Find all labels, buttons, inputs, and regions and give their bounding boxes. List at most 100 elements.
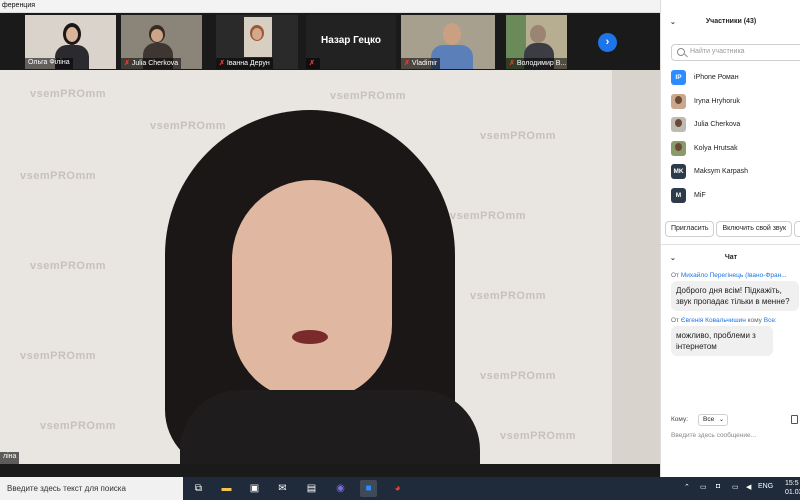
avatar: [671, 93, 686, 109]
participant-name: Julia Cherkova: [694, 121, 741, 129]
participant-thumbnail[interactable]: ✗ Vladimir: [401, 15, 495, 69]
muted-mic-icon: ✗: [404, 60, 410, 67]
participant-list-item[interactable]: IP iPhone Роман: [671, 66, 800, 90]
more-button[interactable]: П: [794, 221, 800, 237]
backdrop-panel: [612, 70, 660, 464]
backdrop-watermark: vsemPROmm: [20, 170, 97, 182]
thumbnail-strip: Ольга Філіна ✗ Julia Cherkova ✗ Іванна Дер…: [0, 13, 660, 70]
chevron-down-icon[interactable]: ⌄: [670, 18, 676, 26]
speaker-name-label: ліна: [0, 452, 20, 464]
panel-divider: [661, 244, 800, 245]
participant-list-item[interactable]: Julia Cherkova: [671, 113, 800, 137]
avatar: [671, 140, 686, 156]
file-icon[interactable]: [791, 415, 798, 424]
backdrop-watermark: vsemPROmm: [480, 130, 557, 142]
side-panel: ⌄ Участники (43) Найти участника IP iPho…: [660, 0, 800, 477]
speaker-body: [180, 390, 480, 464]
chat-message-input[interactable]: Введите здесь сообщение...: [671, 432, 799, 444]
participant-thumbnail[interactable]: Ольга Філіна: [25, 15, 116, 69]
chat-message: можливо, проблеми з інтернетом: [671, 326, 773, 356]
participant-list-item[interactable]: Iryna Hryhoruk: [671, 90, 800, 114]
participant-name-label: ✗: [306, 58, 320, 69]
tray-app-icon[interactable]: ◘: [716, 483, 720, 490]
meeting-area: Ольга Філіна ✗ Julia Cherkova ✗ Іванна Дер…: [0, 13, 660, 477]
participant-name: MiF: [694, 191, 706, 199]
participant-name-label: ✗ Іванна Дерун: [216, 58, 273, 69]
backdrop-watermark: vsemPROmm: [470, 290, 547, 302]
participant-thumbnail[interactable]: Назар Гецко ✗: [306, 15, 396, 69]
unmute-self-button[interactable]: Включить свой звук: [716, 221, 793, 237]
participant-thumbnail[interactable]: ✗ Іванна Дерун: [216, 15, 298, 69]
participant-name: iPhone Роман: [694, 74, 739, 82]
message-sender: От Михайло Перегінець (Івано-Фран...: [671, 272, 787, 279]
recipient-label: Кому:: [671, 416, 688, 423]
windows-taskbar: Введите здесь текст для поиска ⧉ ▬ ▣ ✉ ▤…: [0, 477, 800, 500]
avatar: [671, 117, 686, 133]
window-title: ференция: [2, 2, 36, 9]
participants-actions: ПригласитьВключить свой звукП: [665, 221, 800, 239]
participant-display-name: Назар Гецко: [320, 35, 382, 46]
avatar: MK: [671, 164, 686, 180]
backdrop-watermark: vsemPROmm: [20, 350, 97, 362]
tray-network-icon[interactable]: ▭: [700, 483, 707, 491]
avatar: M: [671, 187, 686, 203]
chat-title: Чат: [724, 254, 738, 261]
tray-volume-icon[interactable]: ◀: [746, 483, 751, 491]
tray-battery-icon[interactable]: ▭: [732, 483, 739, 491]
muted-mic-icon: ✗: [219, 60, 225, 67]
participant-thumbnail[interactable]: ✗ Володимир В...: [506, 15, 567, 69]
chat-header[interactable]: ⌄ Чат: [661, 254, 800, 268]
backdrop-watermark: vsemPROmm: [150, 120, 227, 132]
avatar: IP: [671, 70, 686, 86]
chevron-down-icon[interactable]: ⌄: [670, 254, 676, 262]
backdrop-watermark: vsemPROmm: [40, 420, 117, 432]
search-icon: [677, 48, 685, 56]
next-page-button[interactable]: ›: [598, 33, 617, 52]
backdrop-watermark: vsemPROmm: [450, 210, 527, 222]
viber-icon[interactable]: ◉: [332, 480, 349, 497]
participant-list-item[interactable]: Kolya Hrutsak: [671, 137, 800, 161]
backdrop-watermark: vsemPROmm: [30, 88, 107, 100]
invite-button[interactable]: Пригласить: [665, 221, 715, 237]
recipient-row: Кому: Все⌄ Фа: [671, 414, 800, 428]
chrome-icon[interactable]: ◕: [389, 480, 406, 497]
participant-list-item[interactable]: M MiF: [671, 184, 800, 208]
participants-header[interactable]: ⌄ Участники (43): [661, 18, 800, 32]
participant-name: Kolya Hrutsak: [694, 144, 738, 152]
participant-search-input[interactable]: Найти участника: [671, 44, 800, 61]
store-icon[interactable]: ▣: [246, 480, 263, 497]
speaker-mouth: [292, 330, 328, 344]
chat-message: Доброго дня всім! Підкажіть, звук пропад…: [671, 281, 799, 311]
participant-list-item[interactable]: MK Maksym Karpash: [671, 160, 800, 184]
taskbar-clock[interactable]: 15:5 01.03.2: [785, 479, 800, 497]
taskbar-search-input[interactable]: Введите здесь текст для поиска: [0, 477, 183, 500]
chat-messages: От Михайло Перегінець (Івано-Фран... Доб…: [671, 272, 799, 362]
muted-mic-icon: ✗: [309, 60, 315, 67]
window-title-bar: ференция: [0, 0, 660, 13]
participant-name-label: Ольга Філіна: [25, 58, 73, 69]
backdrop-watermark: vsemPROmm: [330, 90, 407, 102]
participant-name-label: ✗ Володимир В...: [506, 58, 567, 69]
participant-name-label: ✗ Vladimir: [401, 58, 441, 69]
save-icon[interactable]: ▤: [303, 480, 320, 497]
participant-name-label: ✗ Julia Cherkova: [121, 58, 182, 69]
mail-icon[interactable]: ✉: [274, 480, 291, 497]
zoom-icon[interactable]: ■: [360, 480, 377, 497]
backdrop-watermark: vsemPROmm: [500, 430, 577, 442]
muted-mic-icon: ✗: [509, 60, 515, 67]
participant-name: Iryna Hryhoruk: [694, 97, 740, 105]
participants-title: Участники (43): [705, 18, 757, 25]
muted-mic-icon: ✗: [124, 60, 130, 67]
recipient-select[interactable]: Все ⌄: [698, 414, 728, 426]
participants-list: IP iPhone Роман Iryna Hryhoruk Julia Che…: [671, 66, 800, 207]
task-view-icon[interactable]: ⧉: [190, 480, 207, 497]
participant-name: Maksym Karpash: [694, 168, 749, 176]
backdrop-watermark: vsemPROmm: [480, 370, 557, 382]
participant-thumbnail[interactable]: ✗ Julia Cherkova: [121, 15, 202, 69]
tray-chevron-icon[interactable]: ⌃: [684, 483, 690, 491]
language-indicator[interactable]: ENG: [758, 483, 773, 490]
chevron-down-icon: ⌄: [718, 417, 724, 423]
file-explorer-icon[interactable]: ▬: [218, 480, 235, 497]
speaker-face: [232, 180, 392, 400]
message-sender: От Євгенія Ковальчишин кому Все:: [671, 317, 777, 324]
